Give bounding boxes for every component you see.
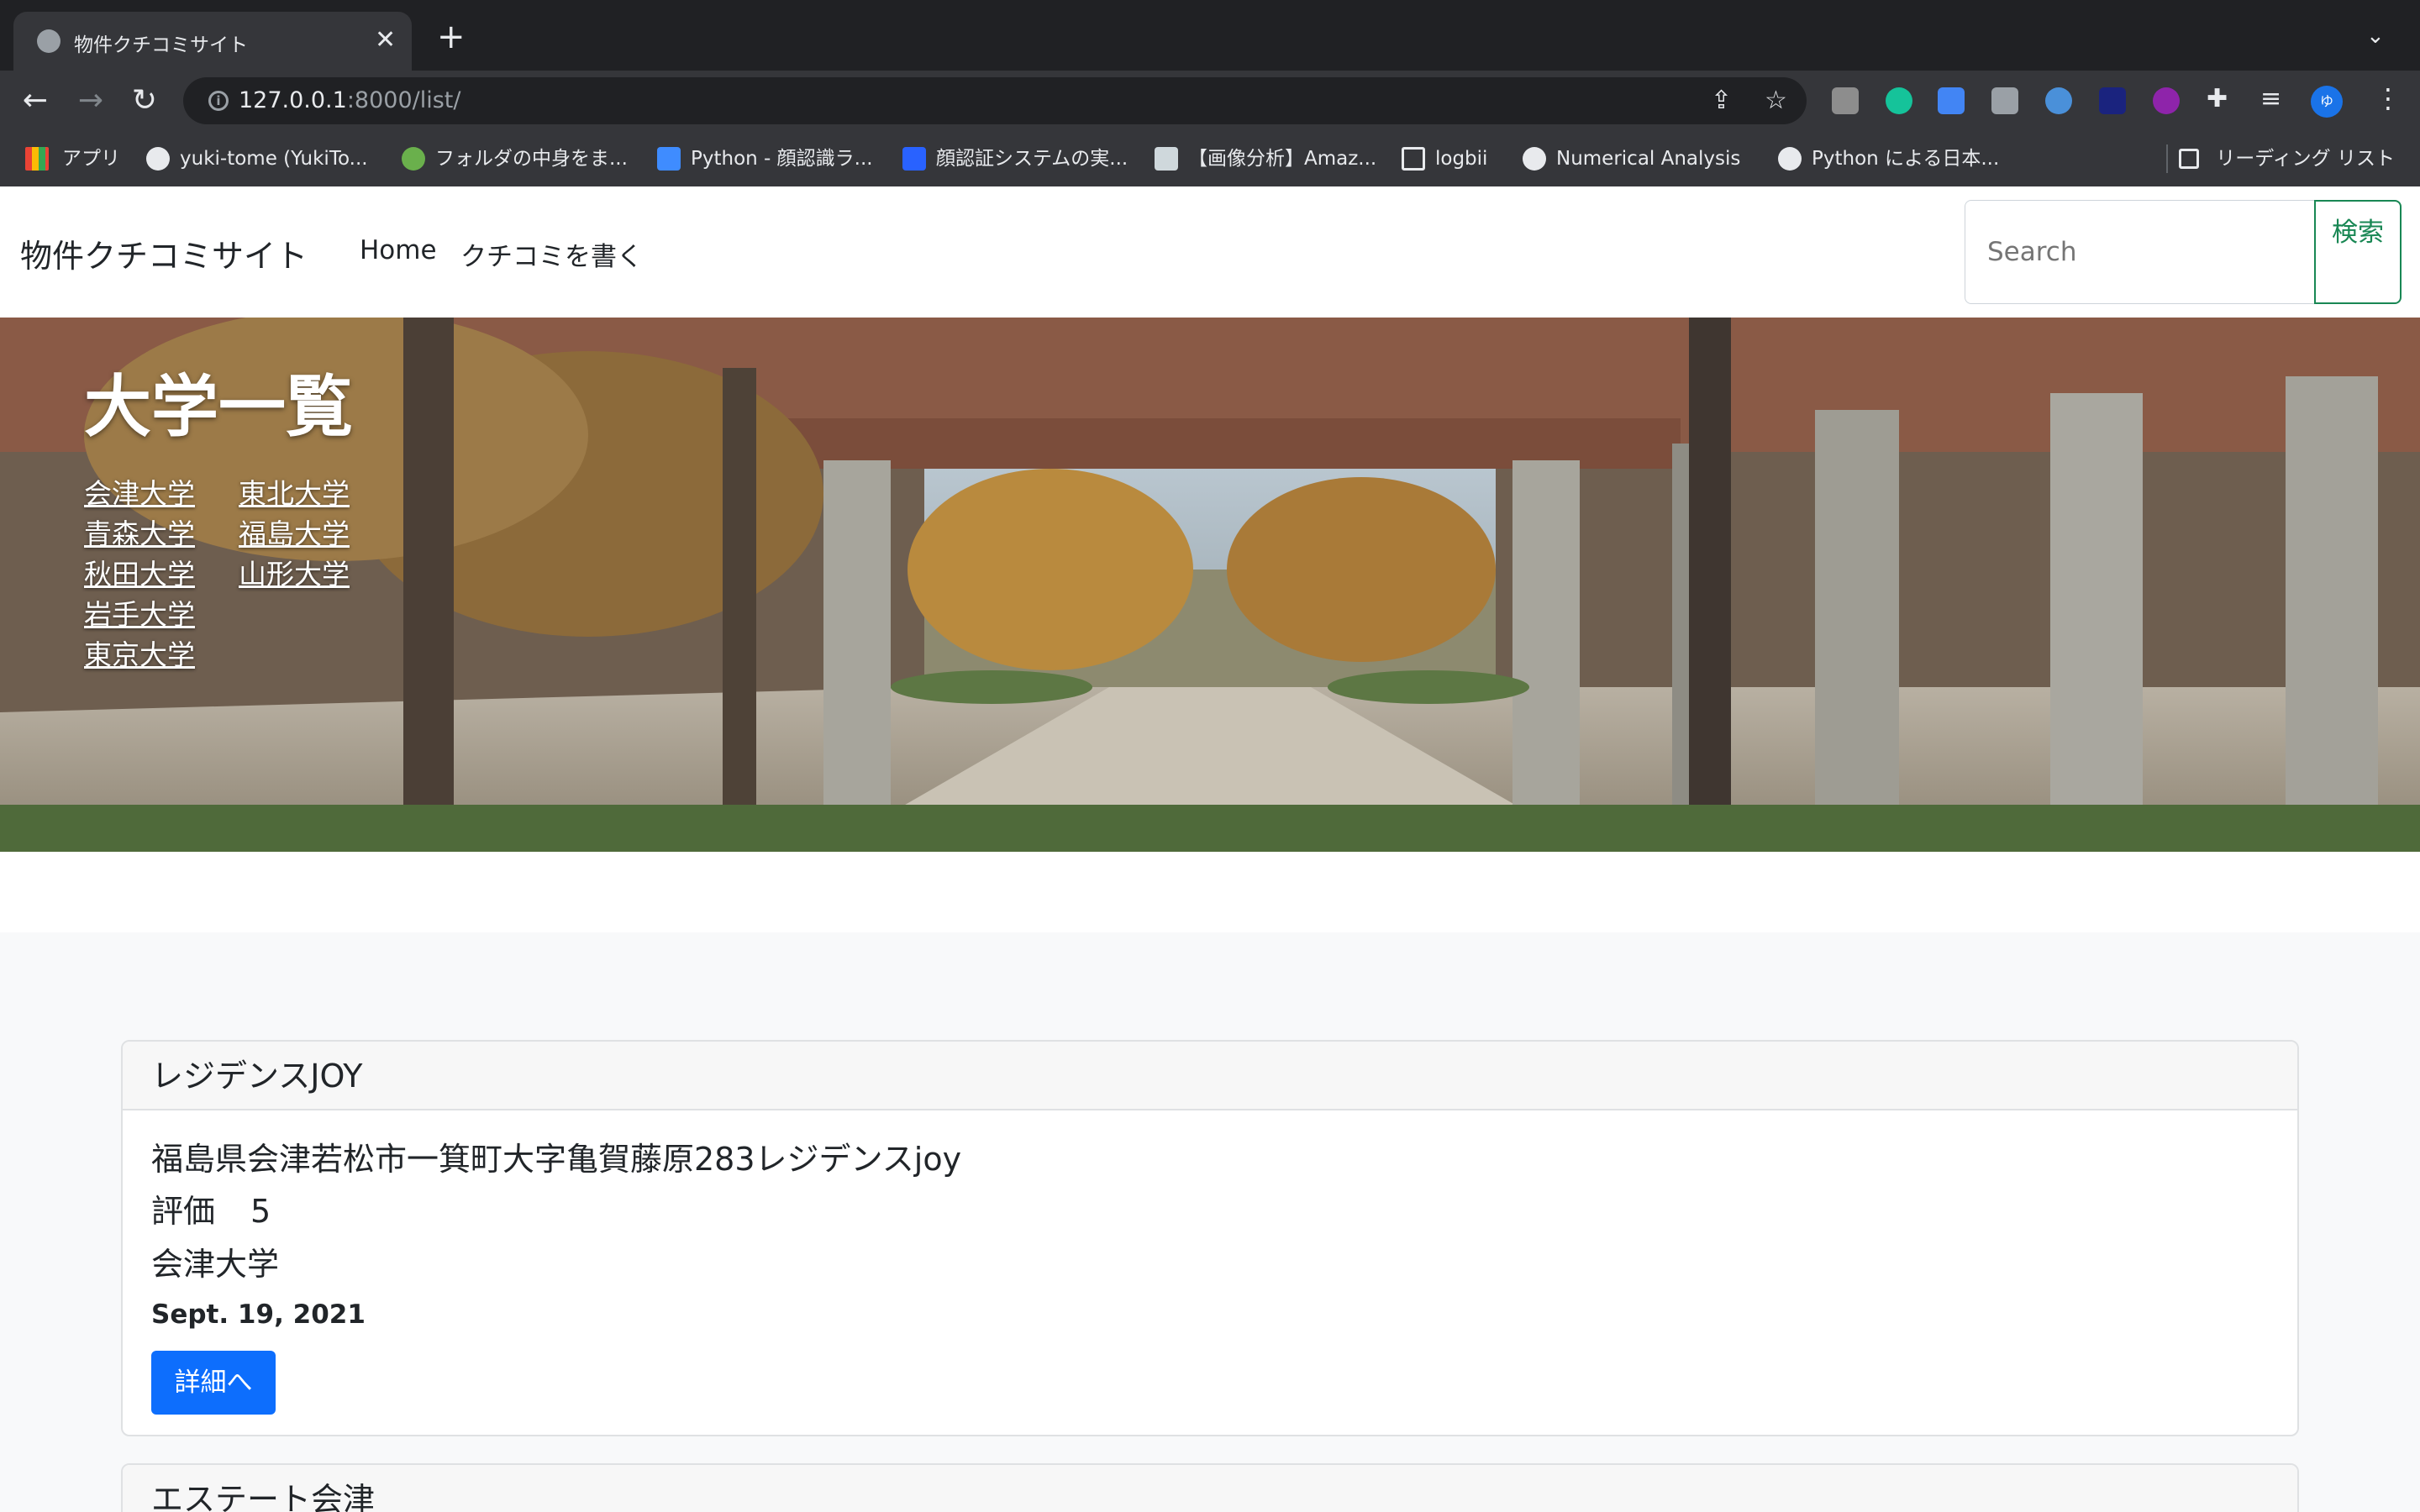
listing-university: 会津大学 — [151, 1246, 280, 1283]
listing-address: 福島県会津若松市一箕町大字亀賀藤原283レジデンスjoy — [151, 1141, 962, 1178]
globe-icon — [1778, 147, 1802, 171]
university-link[interactable]: 東北大学 — [239, 474, 393, 514]
university-list: 会津大学 青森大学 秋田大学 岩手大学 東京大学 東北大学 福島大学 山形大学 — [84, 474, 393, 675]
url-text[interactable]: 127.0.0.1:8000/list/ — [239, 87, 461, 113]
listing-card: レジデンスJOY 福島県会津若松市一箕町大字亀賀藤原283レジデンスjoy 評価… — [121, 1040, 2299, 1436]
share-icon[interactable]: ⇪ — [1711, 87, 1732, 114]
bookmark-item[interactable]: Python - 顔認識ラ... — [657, 144, 873, 173]
rating-value: 5 — [250, 1193, 271, 1230]
hero-banner: 大学一覧 会津大学 青森大学 秋田大学 岩手大学 東京大学 東北大学 福島大学 … — [0, 318, 2420, 852]
university-link[interactable]: 会津大学 — [84, 474, 239, 514]
site-navbar: 物件クチコミサイト Home クチコミを書く 検索 — [0, 186, 2420, 318]
browser-tab-strip: 物件クチコミサイト ✕ + ⌄ — [0, 0, 2420, 71]
rating-label: 評価 — [151, 1193, 216, 1230]
folder-icon — [1402, 147, 1425, 171]
bookmark-item[interactable]: Python による日本... — [1778, 144, 1999, 173]
university-link[interactable]: 青森大学 — [84, 514, 239, 554]
bookmark-item[interactable]: yuki-tome (YukiTo... — [146, 144, 368, 173]
university-link[interactable]: 東京大学 — [84, 635, 239, 675]
divider — [2166, 144, 2168, 173]
apps-grid-icon — [25, 147, 49, 171]
listing-body: 福島県会津若松市一箕町大字亀賀藤原283レジデンスjoy 評価 5 会津大学 Se… — [123, 1110, 2297, 1435]
address-bar[interactable]: i 127.0.0.1:8000/list/ ⇪ ☆ — [183, 77, 1807, 124]
info-icon[interactable]: i — [208, 91, 229, 111]
bookmark-apps[interactable]: アプリ — [25, 144, 120, 173]
bookmark-item[interactable]: 顔認証システムの実... — [902, 144, 1128, 173]
cube-icon — [657, 147, 681, 171]
avatar[interactable]: ゆ — [2311, 86, 2343, 118]
extension-icon[interactable] — [2153, 87, 2180, 114]
extension-icon[interactable] — [1991, 87, 2018, 114]
listing-rating: 評価 5 — [151, 1184, 2269, 1238]
extension-icon[interactable] — [1832, 87, 1859, 114]
search-button[interactable]: 検索 — [2314, 200, 2402, 304]
new-tab-icon[interactable]: + — [437, 20, 466, 54]
bookmark-item[interactable]: 【画像分析】Amaz... — [1155, 144, 1376, 173]
translate-icon[interactable] — [1938, 87, 1965, 114]
page-title: 大学一覧 — [84, 368, 353, 446]
reload-icon[interactable]: ↻ — [126, 82, 163, 119]
listing-card: エステート会津 — [121, 1463, 2299, 1512]
media-icon[interactable]: ≡ — [2260, 86, 2281, 113]
chevron-down-icon[interactable]: ⌄ — [2366, 24, 2385, 49]
extension-icon[interactable] — [2045, 87, 2072, 114]
tab-title: 物件クチコミサイト — [74, 34, 248, 56]
listing-name: レジデンスJOY — [123, 1042, 2297, 1110]
spacer-band — [0, 852, 2420, 932]
site-brand[interactable]: 物件クチコミサイト — [20, 230, 308, 276]
bookmark-item[interactable]: フォルダの中身をま... — [402, 144, 628, 173]
university-link[interactable]: 秋田大学 — [84, 554, 239, 595]
site-icon — [902, 147, 926, 171]
search-input[interactable] — [1965, 200, 2316, 304]
detail-button[interactable]: 詳細へ — [151, 1351, 276, 1415]
reading-list-button[interactable]: リーディング リスト — [2177, 144, 2395, 173]
extension-icon[interactable] — [2099, 87, 2126, 114]
more-menu-icon[interactable]: ⋮ — [2375, 82, 2402, 114]
university-link[interactable]: 福島大学 — [239, 514, 393, 554]
github-icon — [146, 147, 170, 171]
listing-date: Sept. 19, 2021 — [151, 1299, 366, 1330]
close-tab-icon[interactable]: ✕ — [375, 24, 396, 57]
bookmark-item[interactable]: Numerical Analysis — [1523, 144, 1740, 173]
forward-icon[interactable]: → — [72, 82, 109, 119]
grammarly-icon[interactable] — [1886, 87, 1912, 114]
university-link[interactable]: 岩手大学 — [84, 595, 239, 635]
listing-name: エステート会津 — [123, 1465, 2297, 1512]
globe-icon — [1523, 147, 1546, 171]
bookmark-star-icon[interactable]: ☆ — [1765, 87, 1787, 114]
globe-icon — [37, 29, 60, 53]
site-icon — [402, 147, 425, 171]
nav-home[interactable]: Home — [360, 235, 437, 265]
nav-write-review[interactable]: クチコミを書く — [460, 235, 643, 273]
reading-list-icon — [2179, 149, 2200, 169]
browser-toolbar: ← → ↻ i 127.0.0.1:8000/list/ ⇪ ☆ ✚ ≡ ゆ ⋮ — [0, 71, 2420, 131]
browser-tab[interactable]: 物件クチコミサイト ✕ — [13, 12, 412, 71]
site-icon — [1155, 147, 1178, 171]
back-icon[interactable]: ← — [17, 82, 54, 119]
bookmarks-bar: アプリ yuki-tome (YukiTo... フォルダの中身をま... Py… — [0, 131, 2420, 186]
university-link[interactable]: 山形大学 — [239, 554, 393, 595]
bookmark-folder[interactable]: logbii — [1402, 144, 1487, 173]
puzzle-icon[interactable]: ✚ — [2207, 86, 2228, 113]
